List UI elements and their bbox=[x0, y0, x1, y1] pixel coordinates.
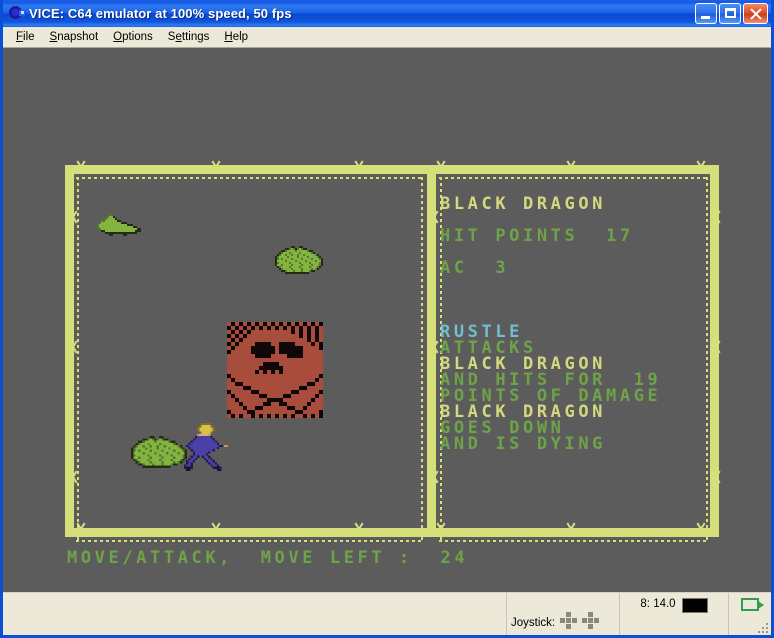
frame-decor-x bbox=[693, 158, 709, 176]
c64-screen: BLACK DRAGON HIT POINTS 17 AC 3 RUSTLE A… bbox=[3, 48, 771, 588]
drive-label: 8: 14.0 bbox=[640, 598, 676, 610]
frame-top bbox=[65, 165, 719, 174]
frame-decor-x bbox=[65, 468, 81, 486]
dotted-line-bottom-right bbox=[439, 540, 708, 542]
joystick-label: Joystick: bbox=[511, 617, 556, 629]
dotted-line-bottom-left bbox=[76, 540, 422, 542]
frame-decor-x bbox=[65, 208, 81, 226]
frame-decor-x bbox=[708, 338, 724, 356]
frame-decor-x bbox=[426, 468, 442, 486]
monster-hit-points: HIT POINTS 17 bbox=[440, 226, 634, 246]
vice-logo-icon bbox=[8, 5, 25, 22]
vice-emulator-window: VICE: C64 emulator at 100% speed, 50 fps… bbox=[0, 0, 774, 638]
player-character-sprite bbox=[184, 423, 228, 471]
maximize-button[interactable] bbox=[719, 3, 741, 24]
frame-decor-x bbox=[351, 520, 367, 538]
tape-status-pane[interactable] bbox=[729, 593, 771, 635]
window-controls bbox=[695, 3, 768, 24]
menu-item-help-label: elp bbox=[232, 31, 249, 43]
frame-decor-x bbox=[433, 158, 449, 176]
fallen-dragon-sprite bbox=[97, 212, 145, 236]
dotted-line-right-left bbox=[421, 177, 423, 541]
minimize-button[interactable] bbox=[695, 3, 717, 24]
frame-decor-x bbox=[351, 158, 367, 176]
menu-item-options[interactable]: Options bbox=[106, 29, 161, 45]
status-bar: Joystick: 8: 14.0 bbox=[3, 592, 771, 635]
frame-decor-x bbox=[208, 520, 224, 538]
dotted-line-left-left bbox=[77, 177, 79, 541]
dotted-line-top-right bbox=[439, 177, 708, 179]
resize-grip[interactable] bbox=[755, 620, 768, 633]
frame-decor-x bbox=[563, 520, 579, 538]
menu-item-settings-label: ttings bbox=[181, 31, 210, 43]
bush-sprite bbox=[275, 246, 323, 274]
menu-item-file-label: ile bbox=[23, 31, 35, 43]
close-button[interactable] bbox=[743, 3, 768, 24]
skull-tile bbox=[227, 322, 323, 418]
frame-decor-x bbox=[708, 208, 724, 226]
menu-item-snapshot-label: napshot bbox=[57, 31, 99, 43]
drive-led-icon bbox=[681, 598, 708, 613]
joystick-status-pane[interactable]: Joystick: bbox=[507, 593, 620, 635]
monster-name: BLACK DRAGON bbox=[440, 194, 607, 214]
frame-decor-x bbox=[708, 468, 724, 486]
joystick-port-2-icon[interactable] bbox=[582, 612, 600, 629]
status-message-pane bbox=[3, 593, 507, 635]
menu-item-settings[interactable]: Settings bbox=[161, 29, 218, 45]
dotted-line-top-left bbox=[76, 177, 422, 179]
frame-decor-x bbox=[65, 338, 81, 356]
monster-armor-class: AC 3 bbox=[440, 258, 510, 278]
frame-decor-x bbox=[433, 520, 449, 538]
emulator-canvas[interactable]: BLACK DRAGON HIT POINTS 17 AC 3 RUSTLE A… bbox=[3, 48, 771, 588]
menu-item-options-label: ptions bbox=[122, 31, 153, 43]
frame-decor-x bbox=[73, 158, 89, 176]
frame-decor-x bbox=[563, 158, 579, 176]
frame-bottom bbox=[65, 528, 719, 537]
menu-item-snapshot[interactable]: Snapshot bbox=[43, 29, 107, 45]
title-bar[interactable]: VICE: C64 emulator at 100% speed, 50 fps bbox=[3, 0, 771, 27]
tape-icon[interactable] bbox=[741, 598, 764, 611]
dotted-line-right-right bbox=[706, 177, 708, 541]
joystick-port-1-icon[interactable] bbox=[560, 612, 578, 629]
menu-item-file[interactable]: File bbox=[9, 29, 43, 45]
drive-status-pane[interactable]: 8: 14.0 bbox=[620, 593, 729, 635]
frame-decor-x bbox=[208, 158, 224, 176]
frame-decor-x bbox=[73, 520, 89, 538]
frame-decor-x bbox=[693, 520, 709, 538]
bush-sprite-2 bbox=[131, 436, 187, 468]
menu-bar: File Snapshot Options Settings Help bbox=[3, 27, 771, 48]
window-title: VICE: C64 emulator at 100% speed, 50 fps bbox=[29, 6, 292, 21]
game-prompt-line: MOVE/ATTACK, MOVE LEFT : 24 bbox=[67, 548, 469, 568]
menu-item-help[interactable]: Help bbox=[217, 29, 256, 45]
combat-log-line: AND IS DYING bbox=[440, 434, 607, 454]
